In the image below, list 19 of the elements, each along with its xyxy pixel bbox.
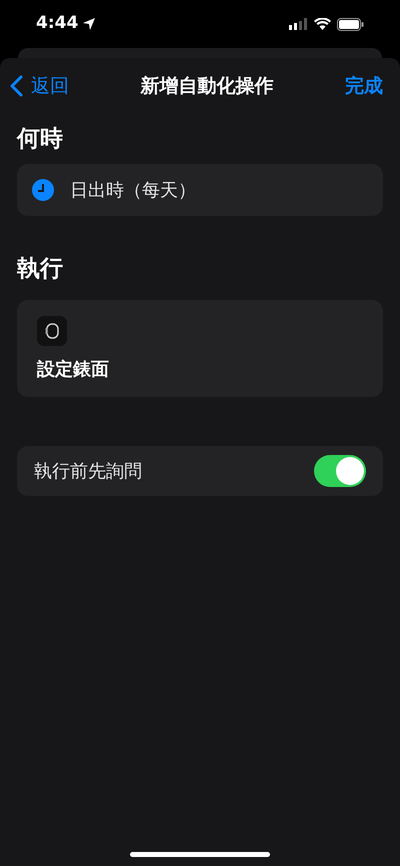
clock-icon xyxy=(32,179,54,201)
chevron-left-icon xyxy=(9,75,23,97)
section-heading: 何時 xyxy=(17,124,64,154)
action-card[interactable]: 設定錶面 xyxy=(17,300,383,397)
battery-icon xyxy=(337,18,364,30)
section-heading: 執行 xyxy=(17,254,64,284)
watch-icon xyxy=(37,316,67,346)
trigger-card[interactable]: 日出時（每天） xyxy=(17,164,383,216)
back-button[interactable]: 返回 xyxy=(9,72,69,100)
location-arrow-icon xyxy=(82,17,96,31)
nav-title: 新增自動化操作 xyxy=(140,74,274,99)
wifi-icon xyxy=(314,18,331,30)
ask-toggle[interactable] xyxy=(314,455,366,487)
action-label: 設定錶面 xyxy=(37,358,110,382)
toggle-label: 執行前先詢問 xyxy=(34,460,142,484)
status-time: 4:44 xyxy=(36,12,78,36)
trigger-label: 日出時（每天） xyxy=(70,178,196,202)
signal-icon xyxy=(289,18,308,30)
done-button[interactable]: 完成 xyxy=(345,72,383,100)
